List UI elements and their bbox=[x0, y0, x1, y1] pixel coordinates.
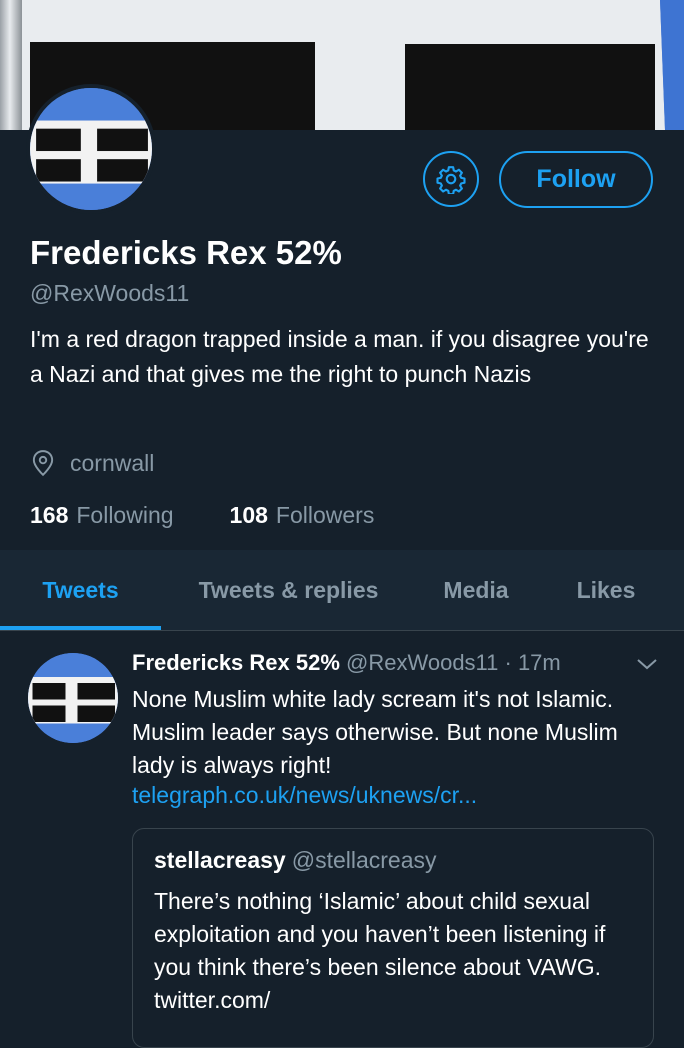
location-pin-icon bbox=[32, 450, 54, 477]
tweet-header: Fredericks Rex 52% @RexWoods11 · 17m bbox=[132, 650, 561, 676]
tweet-author-name[interactable]: Fredericks Rex 52% bbox=[132, 650, 340, 675]
quoted-tweet-author-name: stellacreasy bbox=[154, 847, 286, 873]
cornwall-flag-avatar-image bbox=[30, 88, 152, 210]
tweet-text: None Muslim white lady scream it's not I… bbox=[132, 686, 618, 778]
profile-display-name: Fredericks Rex 52% bbox=[30, 234, 342, 271]
quoted-tweet-handle: @stellacreasy bbox=[291, 847, 437, 873]
tab-tweets[interactable]: Tweets bbox=[0, 550, 161, 630]
quoted-tweet-text: There’s nothing ‘Islamic’ about child se… bbox=[154, 888, 606, 1013]
quoted-tweet-card[interactable]: stellacreasy @stellacreasy There’s nothin… bbox=[132, 828, 654, 1048]
profile-settings-button[interactable] bbox=[423, 151, 479, 207]
gear-icon bbox=[436, 166, 466, 194]
followers-count: 108 bbox=[229, 502, 268, 528]
following-count: 168 bbox=[30, 502, 69, 528]
tweet-meta: @RexWoods11 · 17m bbox=[346, 650, 561, 675]
tweet-link[interactable]: telegraph.co.uk/news/uknews/cr... bbox=[132, 782, 477, 809]
tweet-author-avatar[interactable] bbox=[28, 653, 118, 743]
profile-avatar-frame bbox=[26, 84, 156, 214]
profile-location: cornwall bbox=[30, 449, 154, 477]
profile-tabs: Tweets Tweets & replies Media Likes bbox=[0, 550, 684, 631]
quoted-tweet-header: stellacreasy @stellacreasy bbox=[154, 847, 437, 874]
follow-button[interactable]: Follow bbox=[499, 151, 653, 208]
avatar[interactable] bbox=[30, 88, 152, 210]
tab-media[interactable]: Media bbox=[416, 550, 536, 630]
following-count-link[interactable]: 168 Following bbox=[30, 502, 174, 529]
tweet-options-button[interactable] bbox=[636, 656, 658, 677]
tab-likes[interactable]: Likes bbox=[536, 550, 676, 630]
active-tab-indicator bbox=[0, 626, 161, 630]
profile-bio: I'm a red dragon trapped inside a man. i… bbox=[30, 326, 649, 387]
chevron-down-icon bbox=[637, 659, 657, 670]
flag-pole bbox=[0, 0, 22, 130]
followers-count-link[interactable]: 108 Followers bbox=[230, 502, 375, 529]
profile-handle: @RexWoods11 bbox=[30, 280, 190, 306]
cornwall-flag-avatar-image bbox=[28, 653, 118, 743]
profile-counts: 168 Following 108 Followers bbox=[30, 502, 430, 529]
tab-tweets-replies[interactable]: Tweets & replies bbox=[161, 550, 416, 630]
followers-label: Followers bbox=[275, 502, 375, 528]
following-label: Following bbox=[76, 502, 174, 528]
location-text: cornwall bbox=[70, 449, 155, 476]
